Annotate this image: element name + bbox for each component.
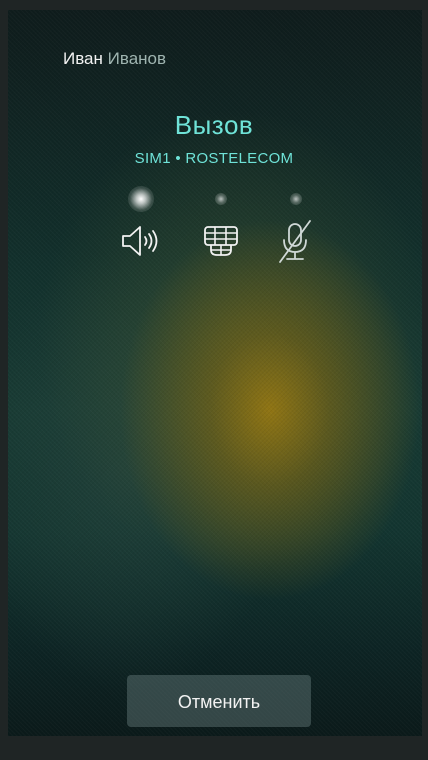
contact-last-name: Иванов bbox=[107, 49, 167, 68]
dialpad-indicator bbox=[215, 193, 227, 205]
sim-info: SIM1 • ROSTELECOM bbox=[134, 150, 294, 167]
speaker-button[interactable] bbox=[116, 217, 164, 265]
contact-first-name: Иван bbox=[63, 49, 103, 68]
dialpad-button[interactable] bbox=[197, 217, 245, 265]
frame-top bbox=[0, 0, 428, 10]
incoming-call-screen: Иван Иванов Вызов SIM1 • ROSTELECOM Отме… bbox=[0, 0, 428, 760]
speaker-icon bbox=[122, 226, 158, 256]
cancel-button[interactable]: Отменить bbox=[127, 675, 311, 727]
mic-indicator bbox=[290, 193, 302, 205]
speaker-active-indicator bbox=[128, 186, 154, 212]
mic-muted-icon bbox=[279, 220, 311, 263]
dialpad-icon bbox=[204, 226, 238, 256]
frame-bottom bbox=[0, 736, 428, 760]
mute-button[interactable] bbox=[271, 217, 319, 265]
call-status: Вызов bbox=[174, 110, 254, 140]
contact-name: Иван Иванов bbox=[63, 49, 166, 69]
